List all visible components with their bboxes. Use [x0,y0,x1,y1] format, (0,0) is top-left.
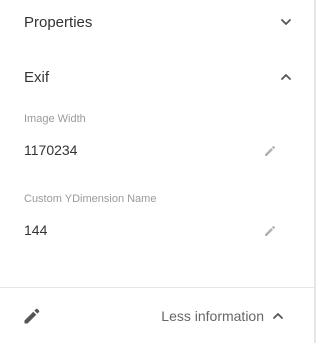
pencil-icon[interactable] [22,306,42,326]
exif-section-header[interactable]: Exif [0,57,314,97]
image-width-value: 1170234 [24,142,78,158]
footer-divider [0,287,314,288]
image-width-label: Image Width [24,113,86,125]
chevron-up-icon [273,313,283,319]
edit-custom-ydimension-icon[interactable] [263,224,277,238]
less-information-label: Less information [161,308,264,324]
properties-section-header[interactable]: Properties [0,2,314,42]
chevron-up-icon [281,74,291,80]
less-information-toggle[interactable]: Less information [161,306,284,326]
edit-image-width-icon[interactable] [263,144,277,158]
panel-right-border [314,0,316,343]
chevron-down-icon [281,19,291,25]
custom-ydimension-value: 144 [24,222,48,238]
custom-ydimension-label: Custom YDimension Name [24,193,157,205]
exif-section-title: Exif [24,68,50,86]
properties-section-title: Properties [24,13,93,31]
